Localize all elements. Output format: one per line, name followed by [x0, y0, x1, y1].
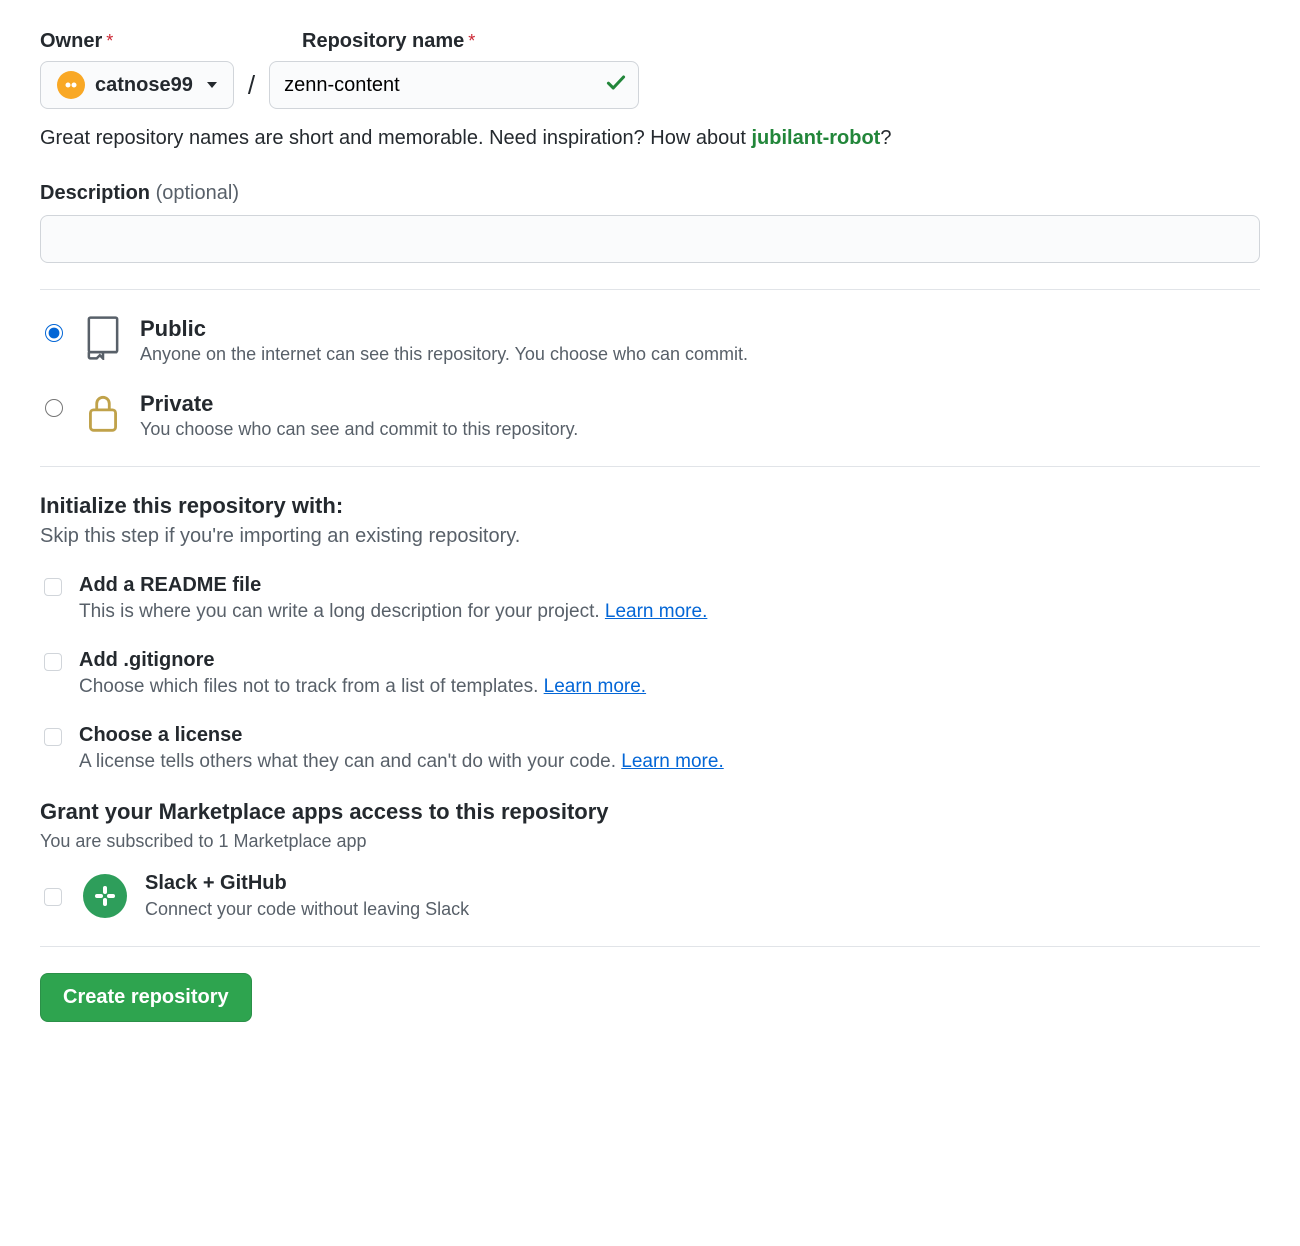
- license-sub: A license tells others what they can and…: [79, 751, 621, 772]
- caret-down-icon: [207, 82, 217, 88]
- license-learn-more-link[interactable]: Learn more.: [621, 751, 723, 772]
- suggested-name-link[interactable]: jubilant-robot: [751, 127, 880, 149]
- license-title: Choose a license: [79, 724, 724, 747]
- repo-name-label: Repository name: [302, 30, 464, 52]
- create-repository-button[interactable]: Create repository: [40, 973, 252, 1022]
- check-icon: [605, 72, 627, 99]
- required-asterisk: *: [468, 31, 475, 51]
- visibility-private-title: Private: [140, 391, 578, 417]
- gitignore-title: Add .gitignore: [79, 649, 646, 672]
- app-slack-checkbox[interactable]: [44, 888, 62, 906]
- divider: [40, 289, 1260, 290]
- readme-title: Add a README file: [79, 574, 707, 597]
- visibility-public-title: Public: [140, 316, 748, 342]
- description-optional: (optional): [156, 182, 239, 204]
- lock-icon: [84, 391, 122, 440]
- description-label: Description: [40, 182, 150, 204]
- marketplace-sub: You are subscribed to 1 Marketplace app: [40, 831, 1260, 852]
- divider: [40, 946, 1260, 947]
- initialize-heading: Initialize this repository with:: [40, 493, 1260, 519]
- gitignore-checkbox[interactable]: [44, 653, 62, 671]
- gitignore-sub: Choose which files not to track from a l…: [79, 676, 544, 697]
- gitignore-learn-more-link[interactable]: Learn more.: [544, 676, 646, 697]
- required-asterisk: *: [106, 31, 113, 51]
- slash-separator: /: [248, 70, 255, 101]
- owner-name: catnose99: [95, 74, 193, 97]
- license-checkbox[interactable]: [44, 728, 62, 746]
- marketplace-heading: Grant your Marketplace apps access to th…: [40, 799, 1260, 825]
- owner-select[interactable]: catnose99: [40, 61, 234, 109]
- visibility-public-radio[interactable]: [45, 324, 63, 342]
- initialize-sub: Skip this step if you're importing an ex…: [40, 525, 1260, 548]
- readme-sub: This is where you can write a long descr…: [79, 601, 605, 622]
- visibility-private-radio[interactable]: [45, 399, 63, 417]
- readme-checkbox[interactable]: [44, 578, 62, 596]
- app-slack-title: Slack + GitHub: [145, 872, 469, 895]
- inspiration-suffix: ?: [880, 127, 891, 149]
- repo-public-icon: [84, 316, 122, 365]
- owner-avatar-icon: [57, 71, 85, 99]
- owner-label: Owner: [40, 30, 102, 52]
- slack-icon: [83, 874, 127, 918]
- repo-name-input[interactable]: [269, 61, 639, 109]
- readme-learn-more-link[interactable]: Learn more.: [605, 601, 707, 622]
- visibility-public-sub: Anyone on the internet can see this repo…: [140, 344, 748, 365]
- app-slack-sub: Connect your code without leaving Slack: [145, 899, 469, 920]
- inspiration-text: Great repository names are short and mem…: [40, 127, 751, 149]
- divider: [40, 466, 1260, 467]
- visibility-private-sub: You choose who can see and commit to thi…: [140, 419, 578, 440]
- description-input[interactable]: [40, 215, 1260, 263]
